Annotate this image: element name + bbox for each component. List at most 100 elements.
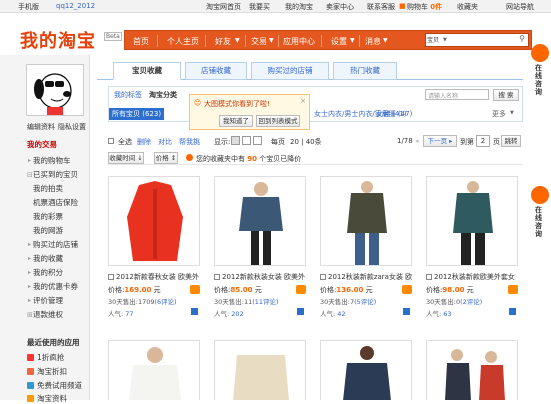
nav-profile[interactable]: 个人主页 <box>167 36 199 47</box>
sidebar-item-bought[interactable]: 已买到的宝贝 <box>33 169 78 180</box>
product-price: 价格:85.00 元 <box>214 286 262 294</box>
service-link[interactable]: 联系客服 <box>367 2 395 12</box>
app-discount[interactable]: 1折疯抢 <box>37 352 64 363</box>
product-image[interactable] <box>320 176 412 266</box>
cart-link[interactable]: 购物车 0件 <box>407 2 442 12</box>
sort-time-button[interactable]: 收藏时间 ↓ <box>108 152 144 164</box>
nav-friends[interactable]: 好友 <box>215 36 231 47</box>
next-page-button[interactable]: 下一页 ▸ <box>423 135 457 147</box>
page-input[interactable]: 2 <box>476 135 490 147</box>
sort-price-button[interactable]: 价格 ↕ <box>154 152 178 164</box>
app-info[interactable]: 淘宝资料 <box>37 393 67 404</box>
delete-link[interactable]: 删除 <box>137 137 151 147</box>
product-title[interactable]: 2012新款春秋女装 欧美外 <box>108 272 200 282</box>
favorites-menu[interactable]: 收藏夹 <box>457 2 478 12</box>
cart-icon[interactable] <box>402 285 412 294</box>
sidebar-item-shops[interactable]: 购买过的店铺 <box>33 239 78 250</box>
nav-settings[interactable]: 设置 <box>331 36 347 47</box>
product-image[interactable] <box>426 340 518 400</box>
my-tags-tab[interactable]: 我的标签 <box>114 90 142 100</box>
seller-center-menu[interactable]: 卖家中心 <box>326 2 354 12</box>
product-image[interactable] <box>426 176 518 266</box>
nav-home[interactable]: 首页 <box>133 36 149 47</box>
share-icon[interactable] <box>403 308 410 315</box>
product-title[interactable]: 2012新款秋装女装 欧美外 <box>214 272 306 282</box>
list-view-icon[interactable] <box>242 136 251 145</box>
nav-messages[interactable]: 消息 <box>365 36 381 47</box>
username-link[interactable]: qq12_2012 <box>56 2 95 10</box>
tooltip-text: 大图模式你看到了啦! <box>204 100 270 108</box>
category-search-input[interactable]: 请输入名称 <box>425 89 489 100</box>
grid-view-icon[interactable] <box>231 136 240 145</box>
top-bar: 手机版 qq12_2012 淘宝网首页 我要买 我的淘宝 卖家中心 联系客服 ■… <box>0 0 551 13</box>
reviews-link[interactable]: (2评论) <box>460 298 482 306</box>
taobao-category-tab[interactable]: 淘宝分类 <box>149 90 177 100</box>
share-icon[interactable] <box>191 308 198 315</box>
edit-profile-link[interactable]: 编辑资料 <box>27 122 55 132</box>
sidebar-item-points[interactable]: 我的积分 <box>33 267 63 278</box>
cart-icon[interactable] <box>190 285 200 294</box>
nav-trade[interactable]: 交易 <box>251 36 267 47</box>
goto-label: 到第 <box>460 138 474 146</box>
nav-apps[interactable]: 应用中心 <box>283 36 315 47</box>
sidebar-item-reviews[interactable]: 评价管理 <box>33 295 63 306</box>
reviews-link[interactable]: (11评论) <box>252 298 278 306</box>
sidebar-item-travel[interactable]: 机票酒店保险 <box>33 197 78 208</box>
product-image[interactable] <box>320 340 412 400</box>
sidebar-item-cart[interactable]: 我的购物车 <box>33 155 71 166</box>
cart-icon[interactable] <box>296 285 306 294</box>
sidebar-item-refund[interactable]: 退款维权 <box>33 309 63 320</box>
buy-menu[interactable]: 我要买 <box>249 2 270 12</box>
app-trial[interactable]: 免费试用频道 <box>37 380 82 391</box>
sidebar-item-games[interactable]: 我的网游 <box>33 225 63 236</box>
tab-bought-shops[interactable]: 购买过的店铺 <box>251 62 329 80</box>
reviews-link[interactable]: (5评论) <box>354 298 376 306</box>
product-image[interactable] <box>108 176 200 266</box>
online-consult-button[interactable]: 在线咨询 <box>529 44 551 100</box>
cart-icon[interactable] <box>508 285 518 294</box>
sidebar-item-auction[interactable]: 我的拍卖 <box>33 183 63 194</box>
category-all[interactable]: 所有宝贝 (623) <box>109 108 165 120</box>
mobile-link[interactable]: 手机版 <box>18 2 39 12</box>
online-consult-button[interactable]: 在线咨询 <box>529 186 551 242</box>
sidebar-item-favorites[interactable]: 我的收藏 <box>33 253 63 264</box>
category-shoes[interactable]: 女鞋 (41) <box>376 109 407 119</box>
avatar[interactable] <box>26 64 84 116</box>
search-scope-select[interactable]: 宝贝 <box>427 35 439 44</box>
category-search-button[interactable]: 搜 索 <box>493 89 519 101</box>
privacy-settings-link[interactable]: 隐私设置 <box>58 122 86 132</box>
app-sale[interactable]: 淘宝折扣 <box>37 366 67 377</box>
product-image[interactable] <box>214 340 306 400</box>
product-image[interactable] <box>108 340 200 400</box>
per-page-options[interactable]: 20 | 40条 <box>290 137 322 147</box>
product-title[interactable]: 2012秋装新款zara女装 欧 <box>320 272 412 282</box>
detail-view-icon[interactable] <box>253 136 262 145</box>
tab-item-favorites[interactable]: 宝贝收藏 <box>113 62 181 80</box>
search-icon[interactable]: ⚲ <box>519 34 525 43</box>
product-image[interactable] <box>214 176 306 266</box>
share-link[interactable]: 帮我挑 <box>179 137 200 147</box>
tab-hot-favorites[interactable]: 热门收藏 <box>333 62 397 80</box>
logo[interactable]: 我的淘宝 <box>20 27 96 53</box>
sidebar-item-lottery[interactable]: 我的彩票 <box>33 211 63 222</box>
taobao-home-link[interactable]: 淘宝网首页 <box>206 2 241 12</box>
sidebar-item-coupons[interactable]: 我的优惠卡券 <box>33 281 78 292</box>
tooltip-list-mode-button[interactable]: 回到列表模式 <box>256 115 300 127</box>
site-nav-menu[interactable]: 网站导航 <box>506 2 534 12</box>
tooltip-ok-button[interactable]: 我知道了 <box>219 115 253 127</box>
close-icon[interactable]: × <box>300 97 306 105</box>
search-input[interactable]: 宝贝 ▼ ⚲ <box>425 33 529 47</box>
select-all-checkbox[interactable] <box>108 137 116 145</box>
tab-shop-favorites[interactable]: 店铺收藏 <box>185 62 247 80</box>
product-title[interactable]: 2012秋装新款欧美外套女 <box>426 272 518 282</box>
share-icon[interactable] <box>509 308 516 315</box>
compare-link[interactable]: 对比 <box>158 137 172 147</box>
my-taobao-menu[interactable]: 我的淘宝 <box>285 2 313 12</box>
reviews-link[interactable]: (6评论) <box>155 298 177 306</box>
category-more[interactable]: 更多 <box>492 109 506 119</box>
goto-page-button[interactable]: 跳转 <box>501 135 521 147</box>
minus-box-icon: ⊟ <box>27 171 33 179</box>
prev-arrow-icon[interactable]: ◂ <box>415 137 419 145</box>
cart-icon[interactable]: ■ <box>399 2 406 10</box>
share-icon[interactable] <box>297 308 304 315</box>
